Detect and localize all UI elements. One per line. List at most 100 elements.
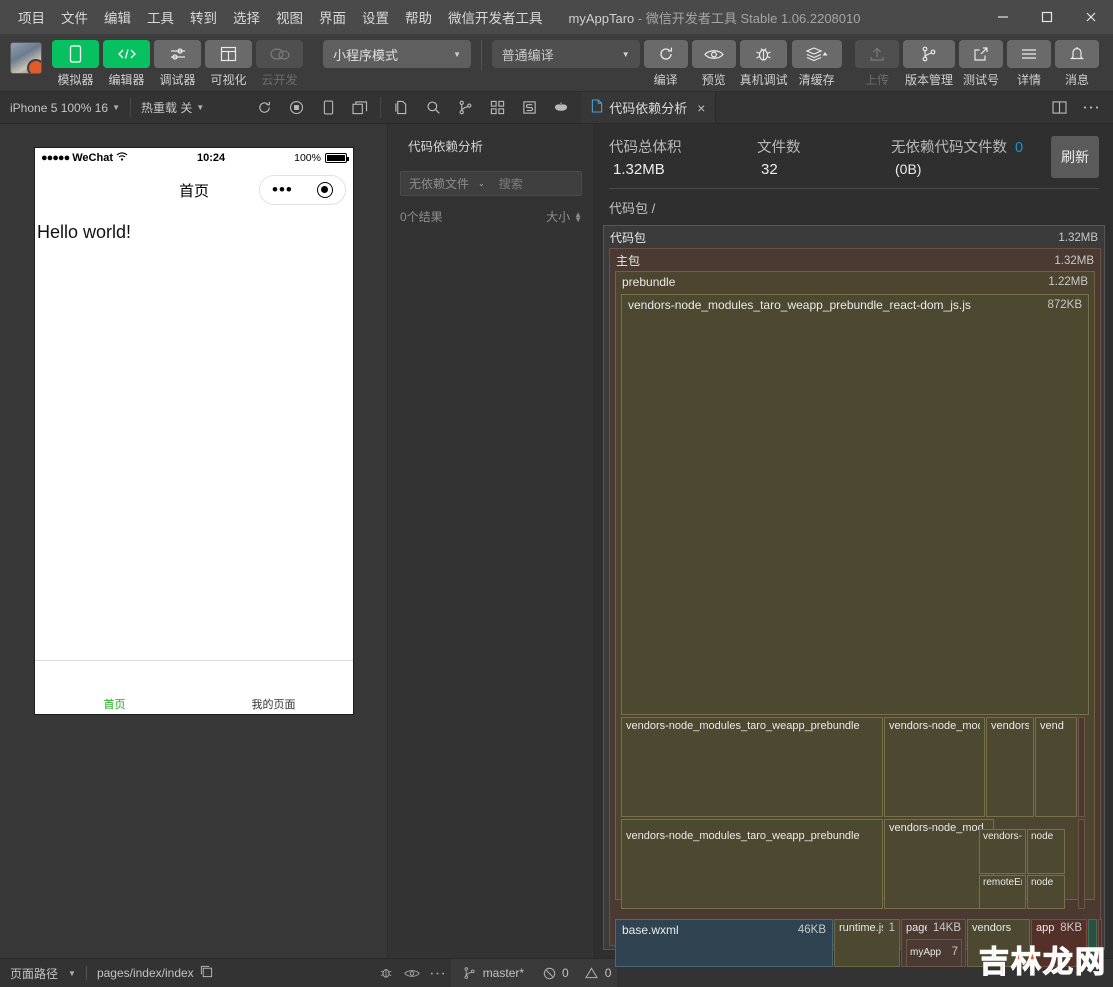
device-icon[interactable] <box>312 92 344 123</box>
bug-icon[interactable] <box>373 959 399 987</box>
toolbar-label-upload: 上传 <box>864 73 889 87</box>
treemap-node-vendors-bottom[interactable]: vendors <box>967 919 1030 967</box>
hot-reload-value: 热重载 关 <box>141 101 193 115</box>
toolbar-button-simulator[interactable]: 模拟器 <box>52 40 99 88</box>
treemap-node-base-wxml[interactable]: base.wxml 46KB <box>615 919 833 967</box>
toolbar-button-version[interactable]: 版本管理 <box>903 40 955 88</box>
toolbar-button-cloud[interactable]: 云开发 <box>256 40 303 88</box>
warning-count[interactable]: 0 <box>605 966 612 980</box>
treemap-name-base-wxml: base.wxml <box>622 923 679 937</box>
eye-icon[interactable] <box>399 959 425 987</box>
avatar[interactable] <box>10 42 42 74</box>
branch-icon[interactable] <box>449 92 481 123</box>
treemap-node-react-dom[interactable]: vendors-node_modules_taro_weapp_prebundl… <box>621 294 1089 715</box>
treemap-name-vendors-b3: vendors- <box>983 831 1022 842</box>
toolbar-button-details[interactable]: 详情 <box>1007 40 1051 88</box>
toolbar-button-testid[interactable]: 测试号 <box>959 40 1003 88</box>
treemap-node-vendors-a1[interactable]: vendors-node_modules_taro_weapp_prebundl… <box>621 717 883 817</box>
breadcrumb[interactable]: 代码包 / <box>595 189 1113 225</box>
sliders-icon <box>154 40 201 68</box>
tab-code-dependency-analysis[interactable]: 代码依赖分析 × <box>581 92 717 123</box>
mode-select[interactable]: 小程序模式 ▼ <box>322 40 471 68</box>
treemap-node-vendors-a4[interactable]: vend <box>1035 717 1077 817</box>
treemap-node-app-js[interactable]: app.js 8KB <box>1031 919 1087 967</box>
menu-item-settings[interactable]: 设置 <box>354 3 397 31</box>
toolbar-button-remote-debug[interactable]: 真机调试 <box>740 40 788 88</box>
treemap-node-vendors-a3[interactable]: vendors- <box>986 717 1034 817</box>
treemap-node-sliver-1[interactable] <box>1078 717 1085 817</box>
menu-item-file[interactable]: 文件 <box>53 3 96 31</box>
toolbar-button-preview[interactable]: 预览 <box>691 40 736 88</box>
refresh-button[interactable]: 刷新 <box>1051 136 1099 178</box>
maximize-button[interactable] <box>1025 0 1069 34</box>
treemap-node-vendors-b1[interactable]: vendors-node_modules_taro_weapp_prebundl… <box>621 819 883 909</box>
dependency-search-input[interactable]: 搜索 <box>491 175 581 192</box>
simulate-icon[interactable] <box>513 92 545 123</box>
close-icon[interactable]: × <box>697 100 705 116</box>
treemap-name-vendors-a3: vendors- <box>991 720 1029 732</box>
new-file-icon[interactable] <box>385 92 417 123</box>
treemap-name-runtime-js: runtime.js <box>839 922 883 934</box>
toolbar-button-upload[interactable]: 上传 <box>855 40 899 88</box>
split-editor-icon[interactable] <box>1043 92 1075 123</box>
treemap-node-vendors-b2[interactable]: vendors-node_mod <box>884 819 994 909</box>
pot-icon[interactable] <box>545 92 577 123</box>
minimize-button[interactable] <box>981 0 1025 34</box>
treemap-name-vendors-a2: vendors-node_mod <box>889 720 980 732</box>
treemap-node-remote-entry[interactable]: remoteEn <box>979 875 1026 909</box>
record-icon[interactable] <box>280 92 312 123</box>
treemap-node-runtime-js[interactable]: runtime.js 1 <box>834 919 900 967</box>
menu-item-project[interactable]: 项目 <box>10 3 53 31</box>
treemap-size-pages: 14KB <box>932 922 961 934</box>
copy-icon[interactable] <box>200 965 213 981</box>
device-selector[interactable]: iPhone 5 100% 16 ▼ <box>0 92 130 123</box>
toolbar-button-compile[interactable]: 编译 <box>643 40 688 88</box>
treemap-node-vendors-a2[interactable]: vendors-node_mod <box>884 717 985 817</box>
treemap-node-sliver-3[interactable] <box>1088 919 1097 967</box>
menu-item-help[interactable]: 帮助 <box>397 3 440 31</box>
menu-item-interface[interactable]: 界面 <box>311 3 354 31</box>
tabbar-item-mypage[interactable]: 我的页面 <box>194 696 353 714</box>
menu-item-devtools[interactable]: 微信开发者工具 <box>440 3 551 31</box>
stat-no-dependency-count[interactable]: 0 <box>1015 140 1023 156</box>
menu-item-edit[interactable]: 编辑 <box>96 3 139 31</box>
menu-item-goto[interactable]: 转到 <box>182 3 225 31</box>
toolbar-button-messages[interactable]: 消息 <box>1055 40 1099 88</box>
more-icon[interactable]: ••• <box>272 181 293 198</box>
toolbar-button-debugger[interactable]: 调试器 <box>154 40 201 88</box>
tabbar-item-home[interactable]: 首页 <box>35 696 194 714</box>
extensions-icon[interactable] <box>481 92 513 123</box>
close-button[interactable] <box>1069 0 1113 34</box>
target-icon[interactable] <box>316 182 333 198</box>
treemap-node-vendors-b3[interactable]: vendors- <box>979 829 1026 874</box>
more-icon[interactable] <box>1075 92 1107 123</box>
treemap-node-sliver-2[interactable] <box>1078 819 1085 909</box>
more-icon[interactable] <box>425 959 451 987</box>
git-branch-name[interactable]: master* <box>483 966 524 980</box>
menu-item-select[interactable]: 选择 <box>225 3 268 31</box>
capsule-button[interactable]: ••• <box>259 175 346 205</box>
stat-no-dependency-size[interactable]: (0B) <box>891 161 1051 177</box>
error-count[interactable]: 0 <box>562 966 569 980</box>
treemap-size-runtime-js: 1 <box>888 922 895 934</box>
compile-select[interactable]: 普通编译 ▼ <box>491 40 640 68</box>
hot-reload-selector[interactable]: 热重载 关 ▼ <box>131 92 214 123</box>
menu-item-tools[interactable]: 工具 <box>139 3 182 31</box>
dependency-sort-control[interactable]: 大小 ▲ ▼ <box>546 208 582 225</box>
toolbar-button-editor[interactable]: 编辑器 <box>103 40 150 88</box>
dependency-filter-select[interactable]: 无依赖文件 ⌄ <box>401 175 491 192</box>
search-icon[interactable] <box>417 92 449 123</box>
battery-group: 100% <box>294 152 349 164</box>
window-icon[interactable] <box>344 92 376 123</box>
treemap-node-node-2[interactable]: node <box>1027 875 1065 909</box>
toolbar-button-visual[interactable]: 可视化 <box>205 40 252 88</box>
battery-icon <box>324 153 349 163</box>
toolbar-button-clear-cache[interactable]: 清缓存 <box>791 40 842 88</box>
page-path-selector[interactable]: 页面路径 ▼ <box>0 965 86 982</box>
warning-icon <box>579 959 605 987</box>
menu-item-view[interactable]: 视图 <box>268 3 311 31</box>
treemap-node-myapp[interactable]: myApp 7 <box>906 939 962 967</box>
refresh-icon[interactable] <box>248 92 280 123</box>
treemap-node-sliver-4[interactable] <box>1098 919 1102 967</box>
treemap-node-node-1[interactable]: node <box>1027 829 1065 874</box>
